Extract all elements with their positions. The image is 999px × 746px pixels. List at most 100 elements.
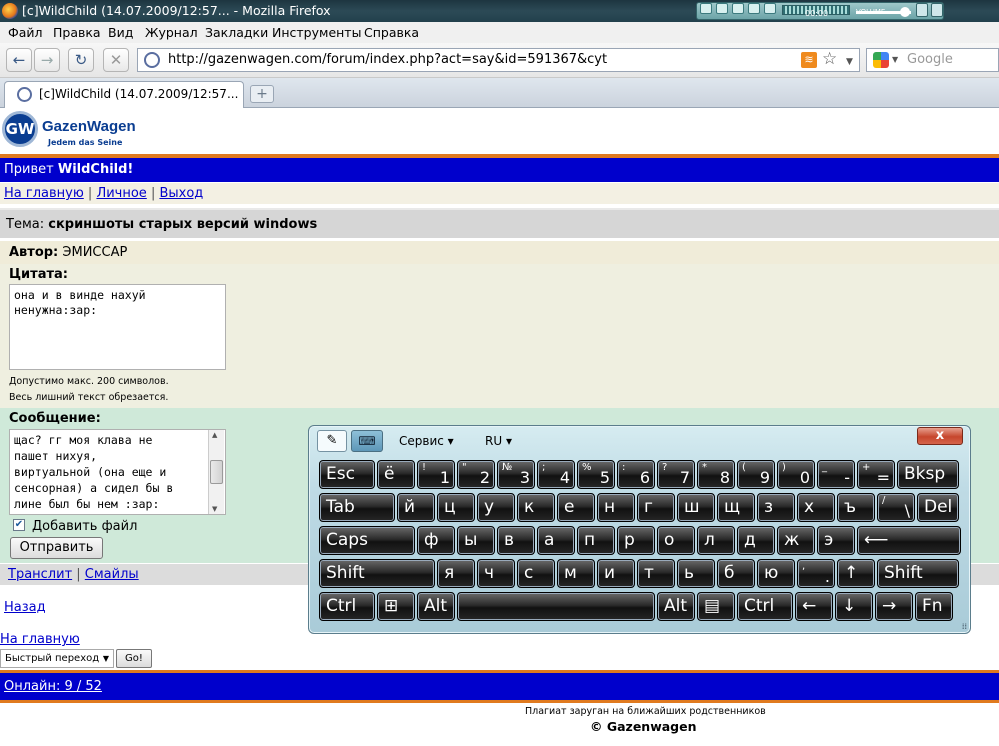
- osk-key[interactable]: в: [497, 526, 535, 555]
- media-prev-icon[interactable]: [748, 3, 760, 14]
- nav-personal-link[interactable]: Личное: [96, 186, 146, 201]
- osk-key[interactable]: ё: [377, 460, 415, 489]
- reload-icon[interactable]: ↻: [68, 48, 94, 72]
- tab-active[interactable]: [c]WildChild (14.07.2009/12:57...: [4, 81, 244, 108]
- osk-key[interactable]: и: [597, 559, 635, 588]
- media-play-icon[interactable]: [700, 3, 712, 14]
- osk-key[interactable]: б: [717, 559, 755, 588]
- osk-key[interactable]: й: [397, 493, 435, 522]
- scroll-down-icon[interactable]: ▼: [212, 505, 217, 513]
- osk-key[interactable]: л: [697, 526, 735, 555]
- osk-key[interactable]: _ -: [817, 460, 855, 489]
- osk-key[interactable]: " 2: [457, 460, 495, 489]
- media-stop-icon[interactable]: [732, 3, 744, 14]
- message-scrollbar[interactable]: ▲ ▼: [208, 430, 224, 514]
- osk-key[interactable]: н: [597, 493, 635, 522]
- osk-key[interactable]: ,.: [797, 559, 835, 588]
- quick-jump-select[interactable]: Быстрый переход ▼: [0, 649, 114, 668]
- menu-tools[interactable]: Инструменты: [272, 25, 361, 40]
- osk-close-button[interactable]: x: [917, 427, 963, 445]
- nav-home-link[interactable]: На главную: [4, 186, 84, 201]
- message-textarea[interactable]: щас? гг моя клава не пашет нихуя, виртуа…: [9, 429, 226, 515]
- osk-key[interactable]: ч: [477, 559, 515, 588]
- osk-key[interactable]: г: [637, 493, 675, 522]
- search-box[interactable]: ▼ Google: [866, 48, 999, 72]
- osk-key[interactable]: [457, 592, 655, 621]
- osk-key[interactable]: ж: [777, 526, 815, 555]
- osk-key[interactable]: Bksp: [897, 460, 959, 489]
- osk-key[interactable]: ; 4: [537, 460, 575, 489]
- osk-key[interactable]: щ: [717, 493, 755, 522]
- osk-key[interactable]: п: [577, 526, 615, 555]
- forward-arrow-icon[interactable]: →: [34, 48, 60, 72]
- osk-key[interactable]: / \: [877, 493, 915, 522]
- send-button[interactable]: Отправить: [10, 537, 103, 559]
- osk-key[interactable]: Del: [917, 493, 959, 522]
- osk-key[interactable]: Ctrl: [319, 592, 375, 621]
- osk-key[interactable]: ) 0: [777, 460, 815, 489]
- search-engine-dropdown-icon[interactable]: ▼: [892, 49, 898, 71]
- go-button[interactable]: Go!: [116, 649, 152, 668]
- osk-key[interactable]: Tab: [319, 493, 395, 522]
- osk-key[interactable]: а: [537, 526, 575, 555]
- handwriting-pen-icon[interactable]: ✎: [317, 430, 347, 452]
- menu-history[interactable]: Журнал: [145, 25, 198, 40]
- osk-key[interactable]: х: [797, 493, 835, 522]
- osk-key[interactable]: ! 1: [417, 460, 455, 489]
- osk-key[interactable]: э: [817, 526, 855, 555]
- rss-feed-icon[interactable]: ≋: [801, 52, 817, 68]
- osk-key[interactable]: с: [517, 559, 555, 588]
- osk-key[interactable]: р: [617, 526, 655, 555]
- osk-key[interactable]: Shift: [319, 559, 435, 588]
- osk-key[interactable]: к: [517, 493, 555, 522]
- osk-key[interactable]: Alt: [417, 592, 455, 621]
- osk-key[interactable]: →: [875, 592, 913, 621]
- keyboard-icon[interactable]: ⌨: [351, 430, 383, 452]
- osk-key[interactable]: ю: [757, 559, 795, 588]
- dropdown-arrow-icon[interactable]: ▼: [846, 51, 862, 67]
- osk-key[interactable]: ↓: [835, 592, 873, 621]
- menu-help[interactable]: Справка: [364, 25, 419, 40]
- back-arrow-icon[interactable]: ←: [6, 48, 32, 72]
- scroll-thumb[interactable]: [210, 460, 223, 484]
- osk-key[interactable]: ф: [417, 526, 455, 555]
- translit-link[interactable]: Транслит: [8, 567, 72, 582]
- volume-knob[interactable]: [900, 7, 910, 17]
- osk-key[interactable]: Alt: [657, 592, 695, 621]
- osk-key[interactable]: ⟵: [857, 526, 961, 555]
- scroll-up-icon[interactable]: ▲: [212, 431, 217, 439]
- menu-view[interactable]: Вид: [108, 25, 133, 40]
- nav-logout-link[interactable]: Выход: [159, 186, 203, 201]
- osk-key[interactable]: № 3: [497, 460, 535, 489]
- osk-key[interactable]: е: [557, 493, 595, 522]
- menu-bookmarks[interactable]: Закладки: [205, 25, 268, 40]
- osk-key[interactable]: :6: [617, 460, 655, 489]
- url-bar[interactable]: http://gazenwagen.com/forum/index.php?ac…: [137, 48, 860, 72]
- osk-key[interactable]: з: [757, 493, 795, 522]
- osk-key[interactable]: ↑: [837, 559, 875, 588]
- osk-key[interactable]: ? 7: [657, 460, 695, 489]
- media-pause-icon[interactable]: [716, 3, 728, 14]
- osk-key[interactable]: я: [437, 559, 475, 588]
- osk-key[interactable]: Fn: [915, 592, 953, 621]
- resize-grip-icon[interactable]: ⁞⁞: [962, 622, 967, 631]
- site-logo[interactable]: GW GazenWagen Jedem das Seine: [0, 108, 140, 154]
- osk-service-menu[interactable]: Сервис ▾: [399, 434, 454, 448]
- home-link[interactable]: На главную: [0, 632, 80, 647]
- menu-file[interactable]: Файл: [8, 25, 43, 40]
- osk-key[interactable]: Esc: [319, 460, 375, 489]
- osk-key[interactable]: Shift: [877, 559, 959, 588]
- maximize-button[interactable]: [931, 3, 943, 17]
- osk-key[interactable]: + =: [857, 460, 895, 489]
- osk-key[interactable]: у: [477, 493, 515, 522]
- osk-key[interactable]: ы: [457, 526, 495, 555]
- osk-key[interactable]: ъ: [837, 493, 875, 522]
- osk-language-menu[interactable]: RU ▾: [485, 434, 512, 448]
- osk-key[interactable]: м: [557, 559, 595, 588]
- menu-edit[interactable]: Правка: [53, 25, 101, 40]
- osk-key[interactable]: о: [657, 526, 695, 555]
- osk-key[interactable]: ▤: [697, 592, 735, 621]
- attach-file-checkbox[interactable]: ✔: [13, 519, 25, 531]
- osk-key[interactable]: ⊞: [377, 592, 415, 621]
- smileys-link[interactable]: Смайлы: [85, 567, 139, 582]
